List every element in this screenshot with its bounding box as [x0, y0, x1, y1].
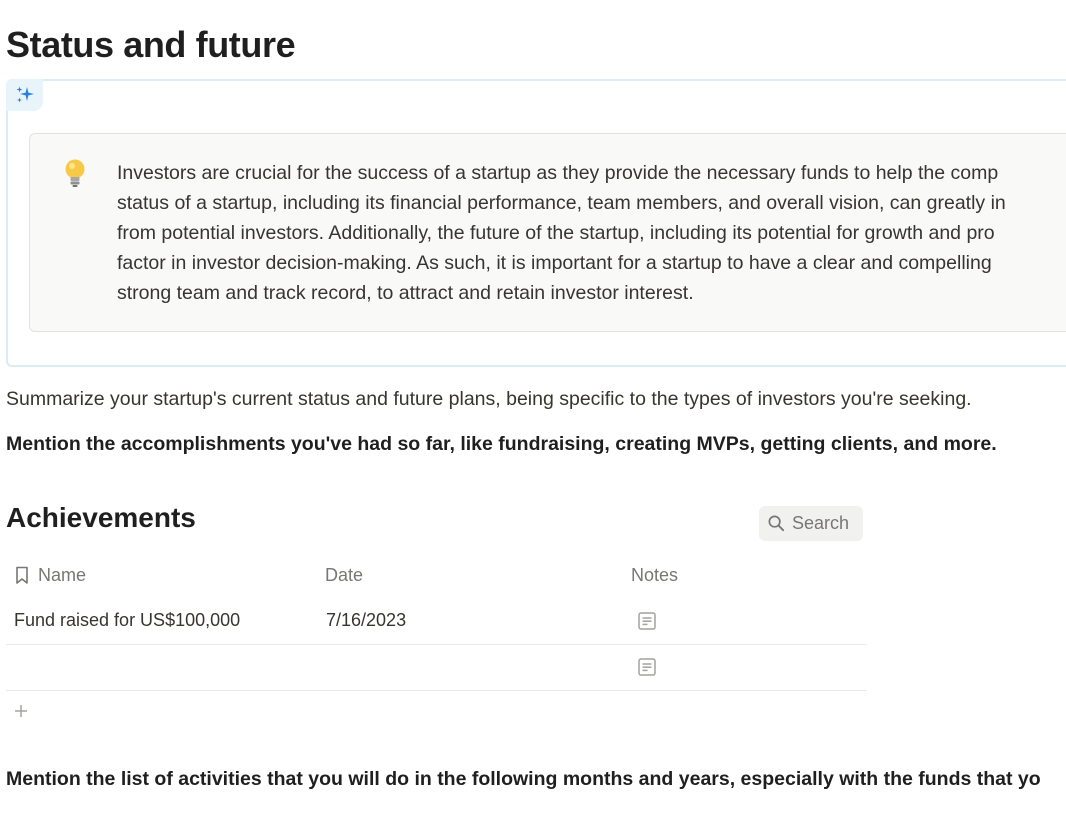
ai-block-tab[interactable]	[6, 79, 43, 111]
column-header-date[interactable]: Date	[325, 563, 363, 587]
column-header-notes[interactable]: Notes	[631, 563, 678, 587]
notion-page: Status and future Investors are crucial …	[0, 0, 1066, 824]
column-header-label: Notes	[631, 564, 679, 585]
database-title[interactable]: Achievements	[6, 502, 196, 534]
search-button[interactable]: Search	[759, 506, 863, 541]
column-header-name[interactable]: Name	[12, 563, 86, 587]
add-row-icon[interactable]	[12, 702, 30, 720]
document-icon[interactable]	[637, 611, 657, 631]
table-row[interactable]	[6, 644, 867, 691]
callout-line: status of a startup, including its finan…	[117, 192, 1006, 214]
table-row[interactable]: Fund raised for US$100,000 7/16/2023	[6, 598, 867, 645]
sparkles-icon	[16, 86, 34, 103]
bookmark-icon	[16, 566, 28, 584]
document-icon[interactable]	[637, 657, 657, 677]
cell-name[interactable]: Fund raised for US$100,000	[14, 610, 240, 631]
activities-paragraph: Mention the list of activities that you …	[6, 768, 1041, 790]
callout-line: strong team and track record, to attract…	[117, 282, 694, 304]
callout-line: Investors are crucial for the success of…	[117, 162, 999, 184]
column-header-label: Name	[38, 564, 87, 585]
accomplishments-paragraph: Mention the accomplishments you've had s…	[6, 433, 997, 455]
callout-line: factor in investor decision-making. As s…	[117, 252, 992, 274]
light-bulb-icon	[65, 159, 85, 187]
callout-line: from potential investors. Additionally, …	[117, 222, 995, 244]
search-icon	[768, 515, 785, 532]
cell-date[interactable]: 7/16/2023	[326, 610, 406, 631]
column-header-label: Date	[325, 564, 364, 585]
callout-text: Investors are crucial for the success of…	[117, 158, 1066, 308]
page-title: Status and future	[6, 24, 296, 65]
search-label: Search	[792, 513, 850, 533]
summary-paragraph: Summarize your startup's current status …	[6, 388, 972, 410]
